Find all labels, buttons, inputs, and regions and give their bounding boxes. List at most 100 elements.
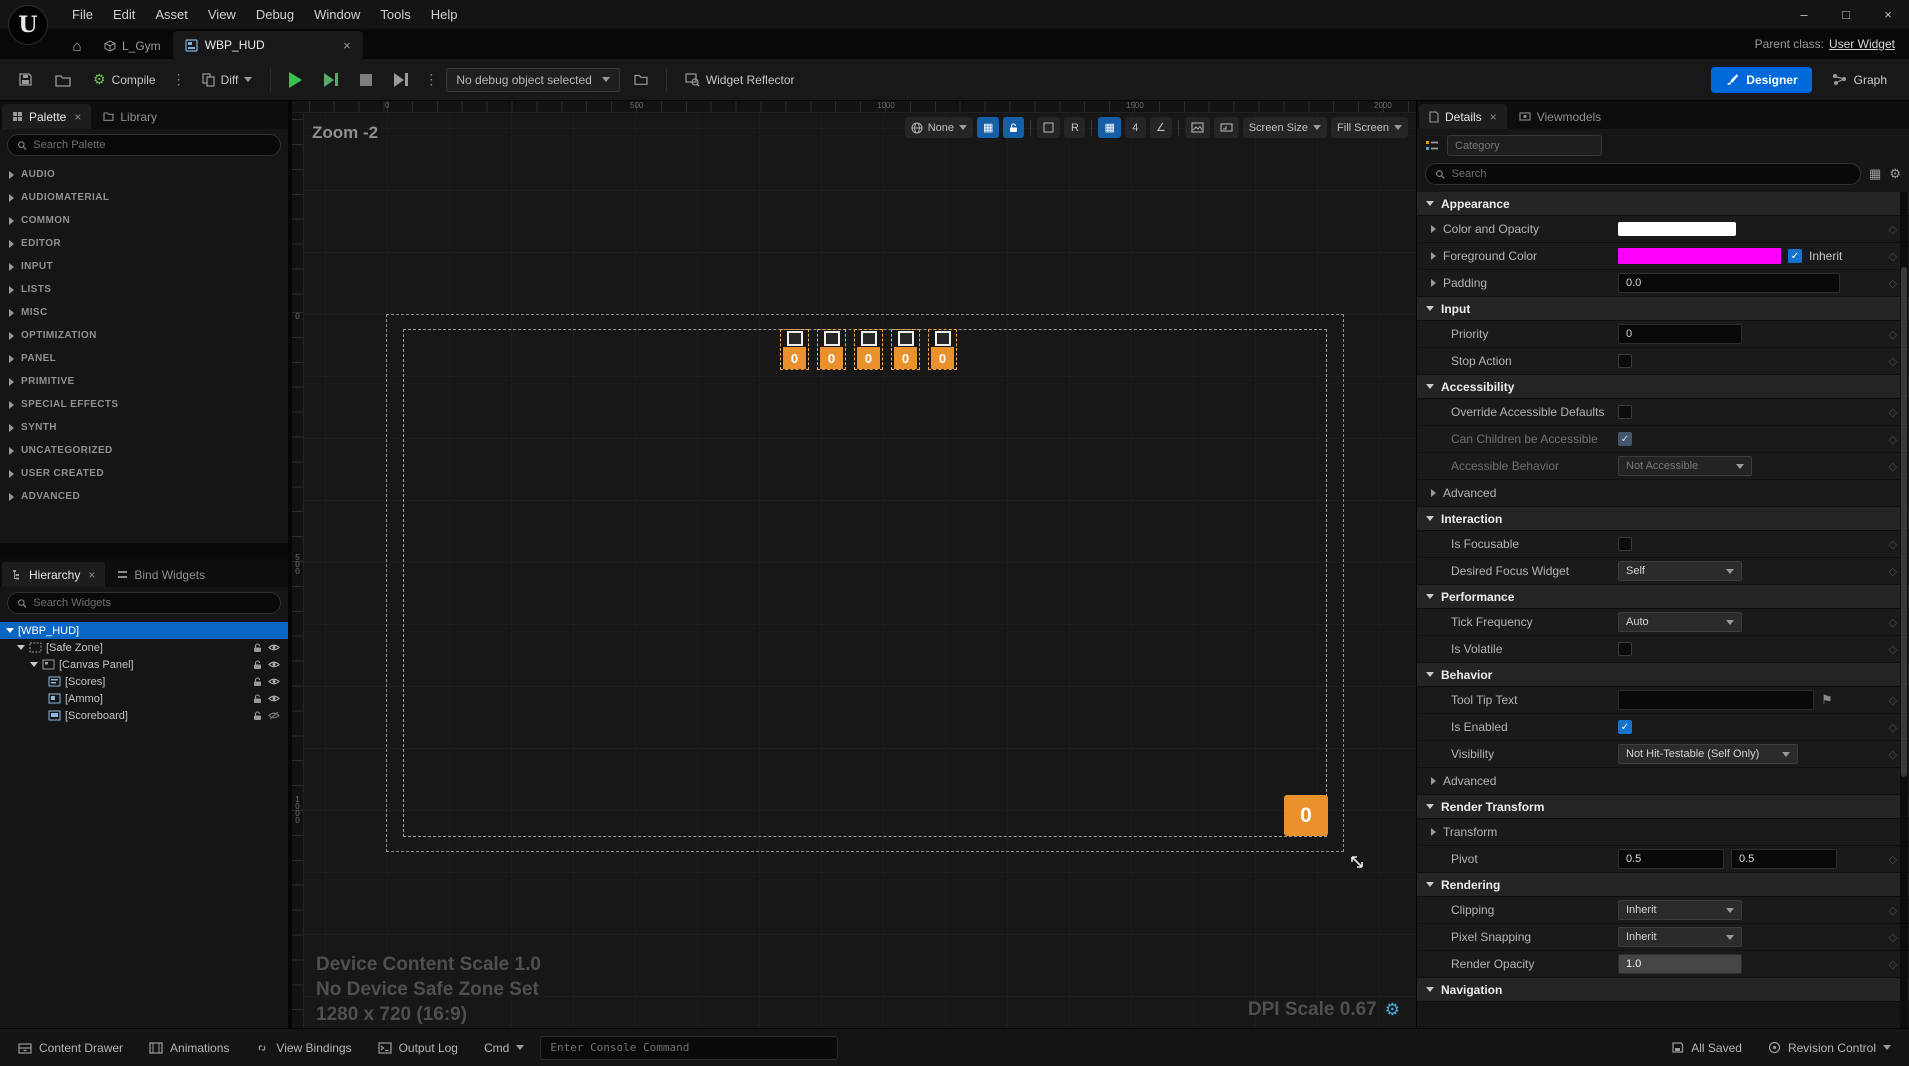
tree-item-ammo[interactable]: [Ammo]	[0, 690, 288, 707]
menu-edit[interactable]: Edit	[103, 3, 145, 26]
ammo-widget[interactable]: 0	[817, 329, 846, 370]
section-input[interactable]: Input	[1417, 297, 1909, 321]
menu-asset[interactable]: Asset	[145, 3, 198, 26]
advance-button[interactable]	[386, 68, 416, 92]
desired-focus-widget-dropdown[interactable]: Self	[1618, 561, 1742, 581]
hierarchy-search-box[interactable]	[7, 592, 281, 614]
section-behavior[interactable]: Behavior	[1417, 663, 1909, 687]
outline-toggle-button[interactable]	[1037, 117, 1061, 138]
category-filter-box[interactable]	[1447, 135, 1602, 156]
row-behavior-advanced[interactable]: Advanced	[1417, 768, 1909, 795]
screenshot-button[interactable]	[1184, 117, 1210, 138]
tab-details[interactable]: Details ×	[1419, 104, 1507, 129]
reset-to-default-icon[interactable]: ◇	[1889, 433, 1897, 446]
palette-category-advanced[interactable]: ADVANCED	[0, 485, 288, 508]
menu-help[interactable]: Help	[421, 3, 468, 26]
inherit-checkbox[interactable]: ✓	[1788, 249, 1802, 263]
section-interaction[interactable]: Interaction	[1417, 507, 1909, 531]
is-focusable-checkbox[interactable]	[1618, 537, 1632, 551]
ammo-image[interactable]	[934, 331, 951, 346]
reset-to-default-icon[interactable]: ◇	[1889, 931, 1897, 944]
view-bindings-button[interactable]: View Bindings	[245, 1035, 361, 1061]
collapse-arrow-icon[interactable]	[30, 662, 38, 667]
override-accessible-defaults-checkbox[interactable]	[1618, 405, 1632, 419]
scrollbar-thumb[interactable]	[1901, 267, 1907, 778]
priority-field[interactable]: 0	[1618, 324, 1742, 344]
category-filter-input[interactable]	[1455, 139, 1594, 152]
settings-gear-icon[interactable]: ⚙	[1889, 166, 1901, 182]
safe-zone-bounds[interactable]	[403, 329, 1327, 837]
content-drawer-button[interactable]: Content Drawer	[8, 1035, 133, 1061]
cmd-dropdown[interactable]: Cmd	[474, 1035, 534, 1061]
tab-level-lgym[interactable]: L_Gym	[92, 33, 173, 59]
parent-class-link[interactable]: User Widget	[1829, 37, 1895, 51]
reset-to-default-icon[interactable]: ◇	[1889, 406, 1897, 419]
ammo-image[interactable]	[786, 331, 803, 346]
hierarchy-search-input[interactable]	[33, 597, 271, 609]
ammo-count[interactable]: 0	[820, 347, 843, 369]
bind-flag-icon[interactable]: ⚑	[1821, 692, 1833, 708]
pivot-y-field[interactable]: 0.5	[1731, 849, 1837, 869]
browse-to-asset-button[interactable]	[47, 68, 79, 92]
section-rendering[interactable]: Rendering	[1417, 873, 1909, 897]
palette-category-editor[interactable]: EDITOR	[0, 232, 288, 255]
save-button[interactable]	[10, 67, 41, 92]
menu-debug[interactable]: Debug	[246, 3, 304, 26]
lock-icon[interactable]	[253, 659, 262, 670]
revision-control-button[interactable]: Revision Control	[1758, 1035, 1901, 1061]
palette-category-audio[interactable]: AUDIO	[0, 163, 288, 186]
section-render-transform[interactable]: Render Transform	[1417, 795, 1909, 819]
debug-object-dropdown[interactable]: No debug object selected	[446, 67, 620, 92]
visibility-eye-icon[interactable]	[268, 660, 280, 669]
details-search-box[interactable]	[1425, 163, 1862, 185]
is-volatile-checkbox[interactable]	[1618, 642, 1632, 656]
collapse-arrow-icon[interactable]	[6, 628, 14, 633]
visibility-hidden-eye-icon[interactable]	[268, 711, 280, 720]
expand-arrow-icon[interactable]	[1431, 279, 1436, 287]
lock-viewport-button[interactable]	[1003, 117, 1025, 138]
grid-snap-size-button[interactable]: 4	[1124, 117, 1146, 138]
close-panel-icon[interactable]: ×	[74, 110, 81, 124]
close-panel-icon[interactable]: ×	[88, 568, 95, 582]
palette-category-common[interactable]: COMMON	[0, 209, 288, 232]
can-children-be-accessible-checkbox[interactable]: ✓	[1618, 432, 1632, 446]
grid-snap-toggle-button[interactable]: ▦	[1098, 117, 1121, 138]
ammo-count[interactable]: 0	[931, 347, 954, 369]
screen-size-dropdown[interactable]: Screen Size	[1242, 117, 1328, 138]
palette-category-uncategorized[interactable]: UNCATEGORIZED	[0, 439, 288, 462]
aspect-ratio-button[interactable]	[1213, 117, 1239, 138]
color-and-opacity-swatch[interactable]	[1618, 222, 1736, 236]
reset-to-default-icon[interactable]: ◇	[1889, 721, 1897, 734]
padding-field[interactable]: 0.0	[1618, 273, 1840, 293]
palette-category-synth[interactable]: SYNTH	[0, 416, 288, 439]
tab-bind-widgets[interactable]: Bind Widgets	[107, 562, 215, 587]
home-button[interactable]: ⌂	[62, 33, 92, 59]
tree-item-safe-zone[interactable]: [Safe Zone]	[0, 639, 288, 656]
pivot-x-field[interactable]: 0.5	[1618, 849, 1724, 869]
tab-wbp-hud[interactable]: WBP_HUD ×	[172, 31, 363, 59]
tree-item-wbp-hud[interactable]: [WBP_HUD]	[0, 622, 288, 639]
designer-canvas[interactable]: 0 500 1000 1500 2000 0 500 1000 Zoom -2 …	[292, 101, 1416, 1028]
accessible-behavior-dropdown[interactable]: Not Accessible	[1618, 456, 1752, 476]
visibility-eye-icon[interactable]	[268, 694, 280, 703]
stop-button[interactable]	[352, 69, 380, 91]
score-counter-widget[interactable]: 0	[1284, 795, 1328, 836]
reset-to-default-icon[interactable]: ◇	[1889, 250, 1897, 263]
visibility-eye-icon[interactable]	[268, 643, 280, 652]
menu-window[interactable]: Window	[304, 3, 370, 26]
reset-to-default-icon[interactable]: ◇	[1889, 853, 1897, 866]
debug-browse-button[interactable]	[626, 68, 656, 91]
reset-to-default-icon[interactable]: ◇	[1889, 538, 1897, 551]
row-accessibility-advanced[interactable]: Advanced	[1417, 480, 1909, 507]
reset-to-default-icon[interactable]: ◇	[1889, 748, 1897, 761]
console-command-input[interactable]	[540, 1035, 839, 1060]
palette-category-input[interactable]: INPUT	[0, 255, 288, 278]
animations-button[interactable]: Animations	[139, 1035, 239, 1061]
widget-reflector-button[interactable]: Widget Reflector	[677, 68, 803, 92]
palette-search-input[interactable]	[33, 139, 271, 151]
tick-frequency-dropdown[interactable]: Auto	[1618, 612, 1742, 632]
graph-mode-button[interactable]: Graph	[1820, 67, 1899, 93]
close-panel-icon[interactable]: ×	[1490, 110, 1497, 124]
menu-view[interactable]: View	[198, 3, 246, 26]
palette-category-optimization[interactable]: OPTIMIZATION	[0, 324, 288, 347]
